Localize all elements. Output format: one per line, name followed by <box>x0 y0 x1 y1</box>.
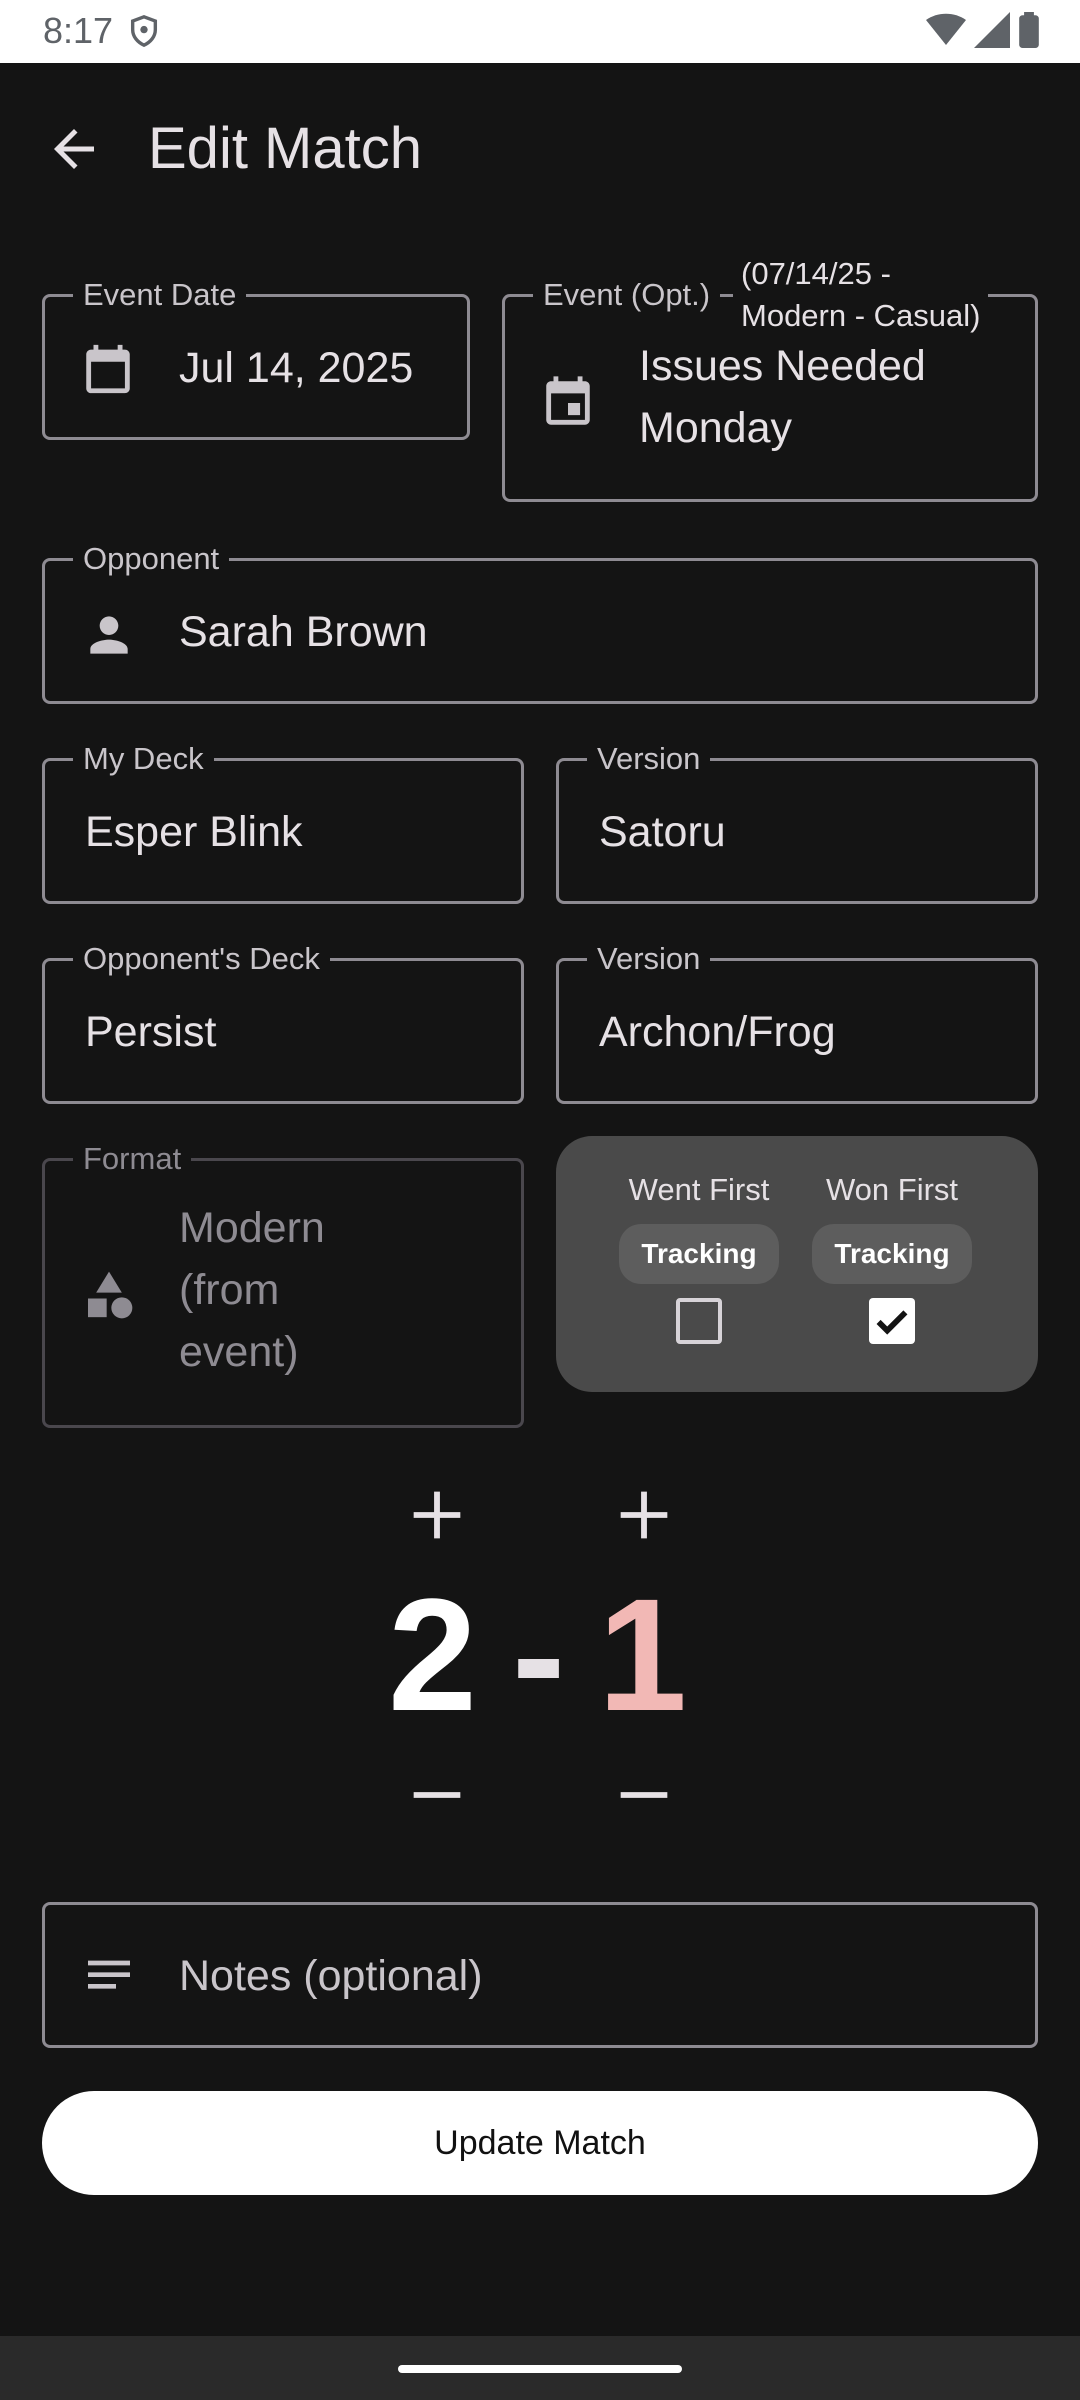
went-first-checkbox[interactable] <box>676 1298 722 1344</box>
my-deck-version-value: Satoru <box>599 808 726 856</box>
won-first-column: Won First Tracking <box>797 1172 987 1344</box>
first-tracking-card: Went First Tracking Won First Tracking <box>556 1136 1038 1392</box>
opponent-label: Opponent <box>73 541 230 577</box>
opponent-value: Sarah Brown <box>179 608 428 656</box>
my-deck-version-field[interactable]: Version Satoru <box>556 741 1038 904</box>
event-date-label: Event Date <box>73 277 247 313</box>
status-bar: 8:17 <box>0 0 1080 63</box>
format-label: Format <box>73 1141 192 1177</box>
event-sublabel-line1: (07/14/25 - <box>741 256 891 291</box>
opponent-score: 1 <box>598 1565 687 1744</box>
person-icon <box>81 607 137 668</box>
home-handle[interactable] <box>398 2365 682 2373</box>
wifi-icon <box>926 13 966 45</box>
format-value-line2: (from <box>179 1266 280 1314</box>
opponent-field[interactable]: Opponent Sarah Brown <box>42 541 1038 704</box>
my-deck-field[interactable]: My Deck Esper Blink <box>42 741 524 904</box>
event-date-field[interactable]: Event Date Jul 14, 2025 <box>42 277 470 440</box>
page-title: Edit Match <box>148 116 422 181</box>
battery-icon <box>1019 12 1039 48</box>
event-value-line1: Issues Needed <box>639 342 926 390</box>
event-sublabel-line2: Modern - Casual) <box>741 298 981 333</box>
check-icon <box>876 1310 908 1335</box>
opponent-deck-field[interactable]: Opponent's Deck Persist <box>42 941 524 1104</box>
went-first-tracking-badge[interactable]: Tracking <box>619 1224 779 1284</box>
format-value-line1: Modern <box>179 1204 325 1252</box>
went-first-column: Went First Tracking <box>604 1172 794 1344</box>
notes-placeholder: Notes (optional) <box>179 1952 483 2000</box>
opponent-deck-value: Persist <box>85 1008 217 1056</box>
calendar-icon <box>79 339 137 404</box>
went-first-label: Went First <box>628 1172 770 1207</box>
notes-field[interactable]: Notes (optional) <box>42 1902 1038 2048</box>
my-deck-version-label: Version <box>587 741 711 777</box>
my-deck-value: Esper Blink <box>85 808 303 856</box>
opponent-deck-label: Opponent's Deck <box>73 941 330 977</box>
event-sublabel: (07/14/25 - Modern - Casual) <box>733 253 989 337</box>
won-first-checkbox[interactable] <box>869 1298 915 1344</box>
event-value: Issues Needed Monday <box>639 335 926 459</box>
score-separator: - <box>512 1565 566 1744</box>
format-value-line3: event) <box>179 1328 299 1376</box>
navigation-bar <box>0 2336 1080 2400</box>
event-label: Event (Opt.) <box>533 277 721 313</box>
my-score-decrement-button[interactable] <box>402 1760 472 1830</box>
my-score: 2 <box>388 1565 477 1744</box>
shield-icon <box>127 12 161 55</box>
opponent-deck-version-value: Archon/Frog <box>599 1008 836 1056</box>
won-first-label: Won First <box>825 1172 959 1207</box>
my-deck-label: My Deck <box>73 741 214 777</box>
opponent-score-decrement-button[interactable] <box>609 1760 679 1830</box>
back-arrow-icon[interactable] <box>44 119 104 179</box>
opponent-score-increment-button[interactable] <box>609 1480 679 1550</box>
notes-lines-icon <box>81 1949 137 2010</box>
event-calendar-icon <box>539 373 597 438</box>
event-value-line2: Monday <box>639 404 792 452</box>
top-app-bar: Edit Match <box>0 63 1080 233</box>
cellular-icon <box>974 12 1010 48</box>
format-value: Modern (from event) <box>179 1197 325 1383</box>
event-field[interactable]: Event (Opt.) (07/14/25 - Modern - Casual… <box>502 253 1038 502</box>
status-time: 8:17 <box>43 10 114 51</box>
event-date-value: Jul 14, 2025 <box>179 344 414 392</box>
update-match-button[interactable]: Update Match <box>42 2091 1038 2195</box>
won-first-tracking-badge[interactable]: Tracking <box>812 1224 972 1284</box>
my-score-increment-button[interactable] <box>402 1480 472 1550</box>
system-icons <box>926 12 1040 48</box>
category-icon <box>81 1267 137 1328</box>
format-field: Format Modern (from event) <box>42 1141 524 1428</box>
opponent-deck-version-field[interactable]: Version Archon/Frog <box>556 941 1038 1104</box>
opponent-deck-version-label: Version <box>587 941 711 977</box>
